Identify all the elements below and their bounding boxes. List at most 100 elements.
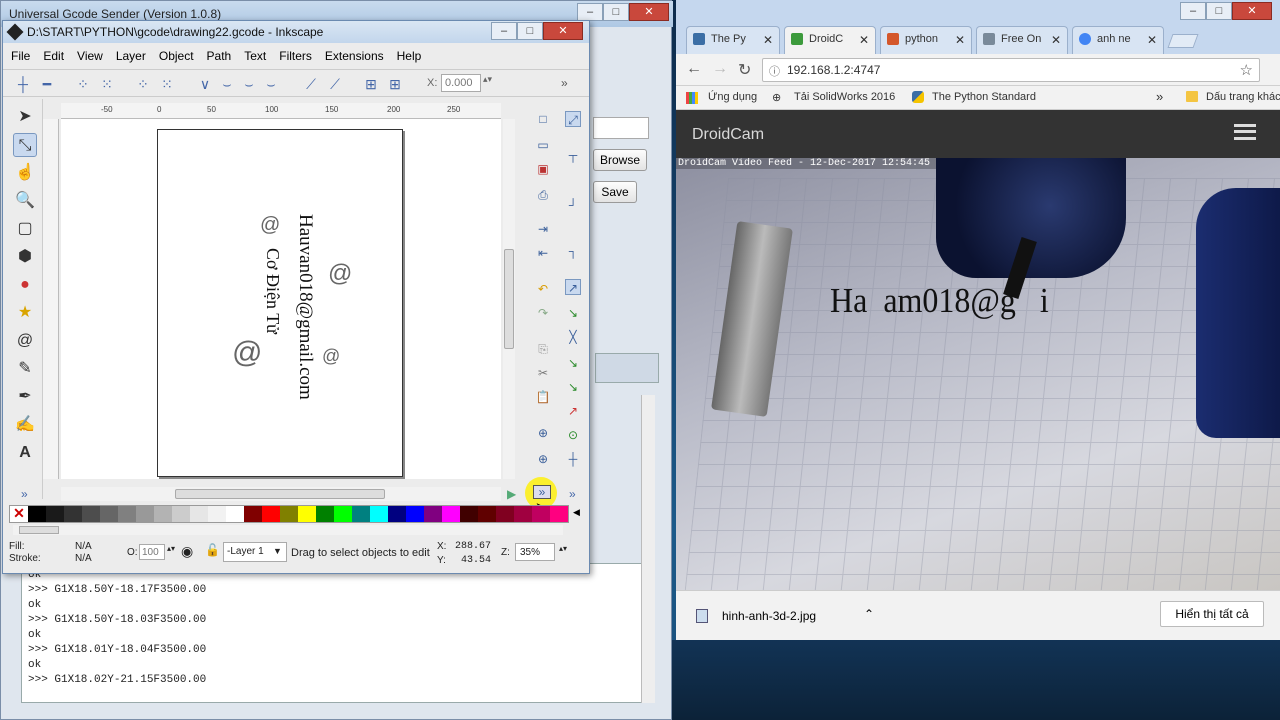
maximize-icon[interactable]: □	[603, 3, 629, 21]
snap-center-icon[interactable]: ↗	[565, 403, 581, 419]
bookmark-other[interactable]: Dấu trang khác	[1206, 91, 1280, 103]
color-swatch[interactable]	[118, 506, 136, 522]
zoom-spin-icon[interactable]: ▴▾	[559, 544, 567, 553]
minimize-icon[interactable]: –	[577, 3, 603, 21]
snap-nodes-icon[interactable]: ↗	[565, 279, 581, 295]
menu-path[interactable]: Path	[207, 49, 232, 63]
new-document-icon[interactable]: □	[535, 111, 551, 127]
console-scrollbar[interactable]	[641, 395, 655, 703]
break-path-icon[interactable]: ⁙	[99, 76, 115, 92]
object-to-path-icon[interactable]: ⊞	[363, 76, 379, 92]
tab-droidcam[interactable]: DroidC ✕	[784, 26, 876, 54]
spiral-tool-icon[interactable]: @	[13, 329, 37, 353]
snap-page-icon[interactable]: ┼	[565, 451, 581, 467]
undo-icon[interactable]: ↶	[535, 281, 551, 297]
reload-icon[interactable]: ↻	[738, 60, 751, 80]
node-symmetric-icon[interactable]: ⌣	[241, 76, 257, 92]
download-filename[interactable]: hinh-anh-3d-2.jpg	[722, 609, 816, 623]
close-icon[interactable]: ✕	[955, 33, 965, 47]
color-swatch[interactable]	[28, 506, 46, 522]
close-icon[interactable]: ✕	[543, 22, 583, 40]
pencil-tool-icon[interactable]: ✎	[13, 357, 37, 381]
color-swatch[interactable]	[244, 506, 262, 522]
color-swatch[interactable]	[190, 506, 208, 522]
color-swatch[interactable]	[262, 506, 280, 522]
drawing-page[interactable]: Hauvan018@gmail.com Cơ Điện Tử @ @ @ @	[157, 129, 403, 477]
menu-layer[interactable]: Layer	[116, 49, 146, 63]
node-smooth-icon[interactable]: ⌣	[219, 76, 235, 92]
menu-file[interactable]: File	[11, 49, 30, 63]
browse-button[interactable]: Browse	[593, 149, 647, 171]
toolbox-more-icon[interactable]: »	[21, 487, 28, 501]
color-swatch[interactable]	[334, 506, 352, 522]
x-coordinate-input[interactable]: 0.000	[441, 74, 481, 92]
color-swatch[interactable]	[82, 506, 100, 522]
lock-icon[interactable]: 🔓	[205, 543, 220, 557]
color-swatch[interactable]	[154, 506, 172, 522]
snap-more-icon[interactable]: »	[569, 487, 576, 501]
save-icon[interactable]: ▣	[535, 161, 551, 177]
more-icon[interactable]: »	[561, 76, 568, 90]
3d-box-tool-icon[interactable]: ⬢	[13, 245, 37, 269]
hamburger-menu-icon[interactable]	[1234, 124, 1256, 140]
menu-help[interactable]: Help	[397, 49, 422, 63]
menu-view[interactable]: View	[77, 49, 103, 63]
color-swatch[interactable]	[172, 506, 190, 522]
menu-extensions[interactable]: Extensions	[325, 49, 384, 63]
color-swatch[interactable]	[370, 506, 388, 522]
menu-edit[interactable]: Edit	[43, 49, 64, 63]
delete-segment-icon[interactable]: ⁙	[159, 76, 175, 92]
apps-grid-icon[interactable]	[686, 92, 698, 104]
color-swatch[interactable]	[316, 506, 334, 522]
node-cusp-icon[interactable]: ∨	[197, 76, 213, 92]
stroke-to-path-icon[interactable]: ⊞	[387, 76, 403, 92]
back-icon[interactable]: ←	[686, 60, 702, 78]
opacity-input[interactable]: 100	[139, 544, 165, 560]
insert-node-icon[interactable]: ┼	[15, 76, 31, 92]
menu-object[interactable]: Object	[159, 49, 194, 63]
palette-arrow-icon[interactable]: ▶	[507, 487, 516, 501]
star-tool-icon[interactable]: ★	[13, 301, 37, 325]
tab-python-docs[interactable]: The Py ✕	[686, 26, 780, 54]
snap-toggle-icon[interactable]: ⤢	[565, 111, 581, 127]
x-spin-icon[interactable]: ▴▾	[483, 74, 492, 85]
snap-smooth-icon[interactable]: ↘	[565, 355, 581, 371]
node-tool-icon[interactable]: ⤡	[13, 133, 37, 157]
open-icon[interactable]: ▭	[535, 137, 551, 153]
color-swatch[interactable]	[478, 506, 496, 522]
close-icon[interactable]: ✕	[859, 33, 869, 47]
minimize-icon[interactable]: –	[491, 22, 517, 40]
url-input[interactable]: ⓘ 192.168.1.2:4747 ☆	[762, 58, 1260, 82]
close-icon[interactable]: ✕	[1147, 33, 1157, 47]
bookmark-solidworks[interactable]: Tải SolidWorks 2016	[794, 91, 895, 103]
bookmarks-overflow-icon[interactable]: »	[1156, 89, 1163, 104]
snap-midpoint-icon[interactable]: ↘	[565, 379, 581, 395]
visibility-eye-icon[interactable]: ◉	[181, 543, 193, 560]
color-swatch[interactable]	[514, 506, 532, 522]
join-nodes-icon[interactable]: ⁘	[75, 76, 91, 92]
forward-icon[interactable]: →	[712, 60, 728, 78]
tab-python[interactable]: python ✕	[880, 26, 972, 54]
import-icon[interactable]: ⇥	[535, 221, 551, 237]
horizontal-scroll-thumb[interactable]	[175, 489, 385, 499]
text-tool-icon[interactable]: A	[13, 441, 37, 465]
close-icon[interactable]: ✕	[1232, 2, 1272, 20]
show-all-button[interactable]: Hiển thị tất cả	[1160, 601, 1264, 627]
close-icon[interactable]: ✕	[763, 33, 773, 47]
join-segment-icon[interactable]: ⁘	[135, 76, 151, 92]
minimize-icon[interactable]: –	[1180, 2, 1206, 20]
node-auto-icon[interactable]: ⌣	[263, 76, 279, 92]
color-swatch[interactable]	[352, 506, 370, 522]
color-swatch[interactable]	[388, 506, 406, 522]
vertical-scroll-thumb[interactable]	[504, 249, 514, 349]
maximize-icon[interactable]: □	[1206, 2, 1232, 20]
print-icon[interactable]: ⎙	[535, 187, 551, 203]
palette-scroll-icon[interactable]: ◀	[573, 507, 580, 518]
select-tool-icon[interactable]: ➤	[13, 105, 37, 129]
expand-more-icon[interactable]: »	[533, 485, 551, 499]
zoom-tool-icon[interactable]: 🔍	[13, 189, 37, 213]
close-icon[interactable]: ✕	[1051, 33, 1061, 47]
file-path-field[interactable]	[593, 117, 649, 139]
segment-line-icon[interactable]: ⟋	[303, 76, 319, 92]
color-swatch[interactable]	[46, 506, 64, 522]
